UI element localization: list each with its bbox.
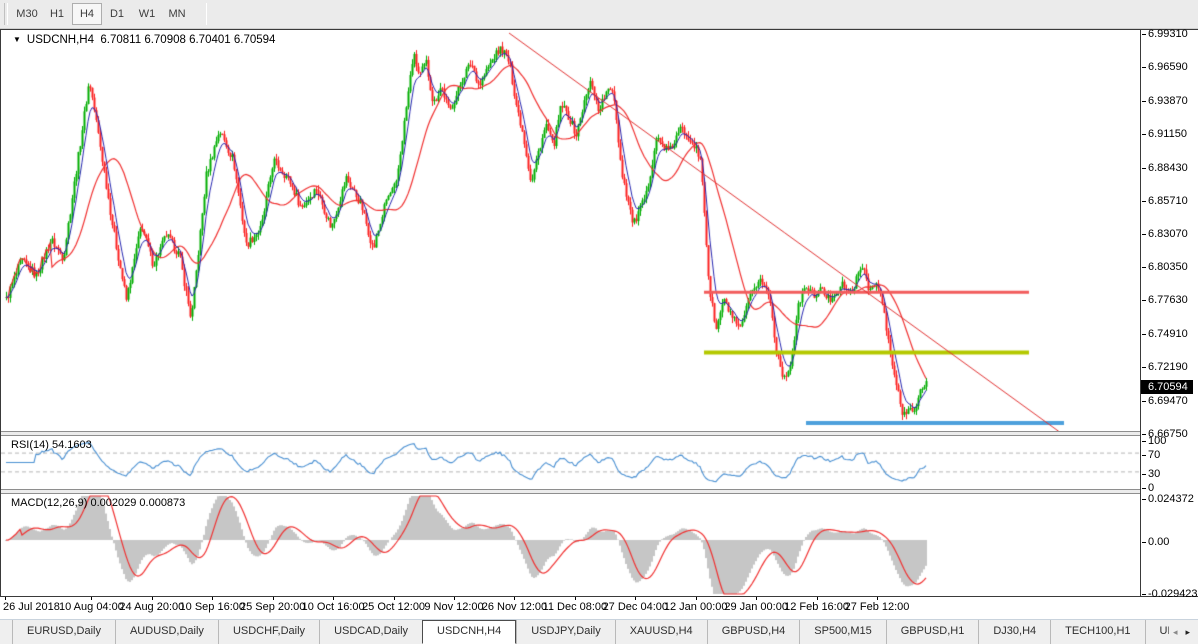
toolbar-separator xyxy=(206,3,207,25)
chart-tab-bar: EURUSD,Daily AUDUSD,Daily USDCHF,Daily U… xyxy=(0,619,1198,644)
price-axis-label: 6.96590 xyxy=(1148,61,1188,74)
price-axis-label: 6.85710 xyxy=(1148,195,1188,208)
main-chart-pane: ▼ USDCNH,H4 6.70811 6.70908 6.70401 6.705… xyxy=(1,30,1140,431)
current-price-badge: 6.70594 xyxy=(1141,380,1193,394)
chart-symbol-period: USDCNH,H4 xyxy=(27,34,94,46)
tab-usdcnh-h4[interactable]: USDCNH,H4 xyxy=(422,620,516,644)
price-axis-label: 6.88430 xyxy=(1148,162,1188,175)
tab-xauusd-h4[interactable]: XAUUSD,H4 xyxy=(615,620,707,644)
tab-eurusd-daily[interactable]: EURUSD,Daily xyxy=(12,620,115,644)
mt4-window: M30 H1 H4 D1 W1 MN ▼ USDCNH,H4 6.70811 6.… xyxy=(0,0,1198,644)
macd-pane: MACD(12,26,9) 0.002029 0.000873 xyxy=(1,494,1140,596)
tab-ukc-truncated[interactable]: UKC xyxy=(1145,620,1169,644)
macd-canvas[interactable] xyxy=(1,494,1140,596)
price-axis[interactable]: 6.99310 6.96590 6.93870 6.91150 6.88430 … xyxy=(1141,30,1197,596)
rsi-axis-label: 100 xyxy=(1148,435,1166,448)
rsi-canvas[interactable] xyxy=(1,436,1140,489)
main-chart-canvas[interactable] xyxy=(1,30,1140,431)
chart-ohlc-quote: 6.70811 6.70908 6.70401 6.70594 xyxy=(100,34,275,46)
macd-axis-label: 0.00 xyxy=(1148,536,1169,549)
time-axis-label: 27 Feb 12:00 xyxy=(837,601,917,613)
chart-title: ▼ USDCNH,H4 6.70811 6.70908 6.70401 6.705… xyxy=(13,34,275,46)
symbol-dropdown-icon[interactable]: ▼ xyxy=(13,35,21,44)
tab-audusd-daily[interactable]: AUDUSD,Daily xyxy=(115,620,218,644)
timeframe-button-d1[interactable]: D1 xyxy=(102,3,132,25)
macd-indicator-label: MACD(12,26,9) 0.002029 0.000873 xyxy=(11,497,185,509)
tab-scroll-controls: ◂ ▸ xyxy=(1169,620,1198,644)
tab-usdchf-daily[interactable]: USDCHF,Daily xyxy=(218,620,319,644)
tab-usdcad-daily[interactable]: USDCAD,Daily xyxy=(319,620,422,644)
timeframe-button-mn[interactable]: MN xyxy=(162,3,192,25)
price-axis-label: 6.99310 xyxy=(1148,28,1188,41)
tab-tech100-h1[interactable]: TECH100,H1 xyxy=(1050,620,1144,644)
timeframe-button-h1[interactable]: H1 xyxy=(42,3,72,25)
tab-gbpusd-h1[interactable]: GBPUSD,H1 xyxy=(886,620,979,644)
price-axis-label: 6.83070 xyxy=(1148,228,1188,241)
tab-scroll-left-icon[interactable]: ◂ xyxy=(1169,627,1182,638)
price-axis-label: 6.77630 xyxy=(1148,294,1188,307)
rsi-axis-label: 70 xyxy=(1148,449,1160,462)
tab-gbpusd-h4[interactable]: GBPUSD,H4 xyxy=(707,620,800,644)
tab-usdjpy-daily[interactable]: USDJPY,Daily xyxy=(516,620,615,644)
timeframe-button-h4[interactable]: H4 xyxy=(72,3,102,25)
rsi-indicator-label: RSI(14) 54.1603 xyxy=(11,439,92,451)
macd-axis-label: 0.024372 xyxy=(1148,493,1194,506)
chart-window: ▼ USDCNH,H4 6.70811 6.70908 6.70401 6.705… xyxy=(0,29,1198,597)
rsi-pane: RSI(14) 54.1603 xyxy=(1,436,1140,489)
price-axis-label: 6.80350 xyxy=(1148,261,1188,274)
timeframe-button-w1[interactable]: W1 xyxy=(132,3,162,25)
price-axis-label: 6.93870 xyxy=(1148,95,1188,108)
tab-scroll-right-icon[interactable]: ▸ xyxy=(1181,627,1194,638)
price-axis-label: 6.72190 xyxy=(1148,361,1188,374)
tab-sp500-m15[interactable]: SP500,M15 xyxy=(799,620,885,644)
timeframe-button-m30[interactable]: M30 xyxy=(12,3,42,25)
plot-column: ▼ USDCNH,H4 6.70811 6.70908 6.70401 6.705… xyxy=(0,30,1141,596)
time-axis[interactable]: 26 Jul 2018 10 Aug 04:00 24 Aug 20:00 10… xyxy=(0,597,1198,619)
timeframe-toolbar: M30 H1 H4 D1 W1 MN xyxy=(0,0,1198,29)
price-axis-label: 6.74910 xyxy=(1148,328,1188,341)
tab-dj30-h4[interactable]: DJ30,H4 xyxy=(978,620,1050,644)
price-axis-label: 6.91150 xyxy=(1148,128,1187,141)
rsi-axis-label: 30 xyxy=(1148,468,1160,481)
price-axis-label: 6.69470 xyxy=(1148,395,1188,408)
toolbar-grip[interactable] xyxy=(4,3,8,25)
